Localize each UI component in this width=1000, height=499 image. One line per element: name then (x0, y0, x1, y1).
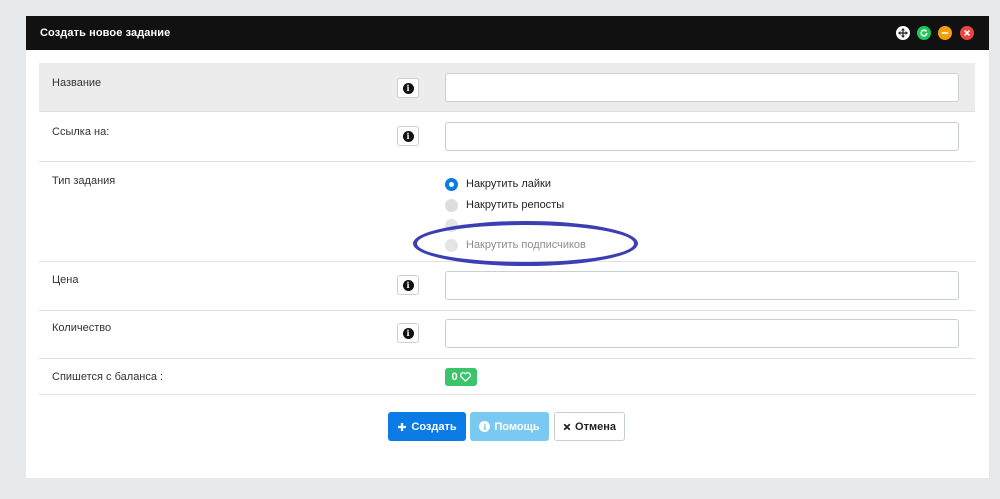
name-label: Название (52, 77, 102, 89)
name-row: Название i (39, 63, 975, 112)
link-info-button[interactable]: i (397, 126, 419, 146)
link-input[interactable] (445, 122, 959, 151)
task-type-label: Тип задания (52, 175, 116, 187)
info-icon: i (402, 82, 414, 94)
radio-unchecked-icon (445, 198, 458, 212)
info-icon: i (402, 327, 414, 339)
radio-unchecked-icon (445, 218, 458, 232)
quantity-row: Количество i (39, 311, 975, 359)
radio-reposts-label: Накрутить репосты (466, 199, 565, 211)
radio-likes[interactable]: Накрутить лайки (445, 176, 551, 192)
info-circle-icon: i (479, 421, 491, 432)
plus-icon (398, 422, 407, 431)
radio-reposts[interactable]: Накрутить репосты (445, 197, 564, 213)
refresh-icon[interactable] (917, 26, 931, 40)
radio-unchecked-icon (445, 238, 458, 252)
balance-row: Спишется с баланса : 0 (39, 359, 975, 395)
radio-partial[interactable] (445, 217, 466, 233)
price-info-button[interactable]: i (397, 275, 419, 295)
info-icon: i (402, 130, 414, 142)
radio-subscribers-label: Накрутить подписчиков (466, 239, 586, 251)
cancel-button-label: Отмена (575, 420, 616, 433)
radio-subscribers[interactable]: Накрутить подписчиков (445, 237, 586, 253)
move-icon[interactable] (896, 26, 910, 40)
price-row: Цена i (39, 262, 975, 311)
create-button[interactable]: Создать (388, 412, 466, 441)
create-task-dialog: Создать новое задание Название i Ссылка … (26, 16, 989, 478)
price-label: Цена (52, 274, 79, 286)
link-row: Ссылка на: i (39, 112, 975, 162)
minimize-icon[interactable] (938, 26, 952, 40)
close-icon[interactable] (960, 26, 974, 40)
balance-label: Спишется с баланса : (52, 371, 164, 383)
dialog-title: Создать новое задание (40, 27, 171, 39)
price-input[interactable] (445, 271, 959, 300)
balance-value: 0 (451, 371, 458, 383)
quantity-label: Количество (52, 322, 112, 334)
help-button-label: Помощь (494, 420, 540, 433)
quantity-info-button[interactable]: i (397, 323, 419, 343)
close-icon (563, 423, 571, 430)
balance-badge: 0 (445, 368, 477, 386)
link-label: Ссылка на: (52, 126, 110, 138)
create-button-label: Создать (411, 420, 457, 433)
info-icon: i (402, 279, 414, 291)
help-button[interactable]: i Помощь (470, 412, 549, 441)
dialog-titlebar: Создать новое задание (26, 16, 989, 50)
cancel-button[interactable]: Отмена (554, 412, 625, 441)
radio-checked-icon (445, 177, 458, 191)
name-input[interactable] (445, 73, 959, 102)
name-info-button[interactable]: i (397, 78, 419, 98)
heart-icon (459, 372, 471, 382)
quantity-input[interactable] (445, 319, 959, 348)
task-type-row: Тип задания Накрутить лайки Накрутить ре… (39, 162, 975, 262)
radio-likes-label: Накрутить лайки (466, 178, 552, 190)
